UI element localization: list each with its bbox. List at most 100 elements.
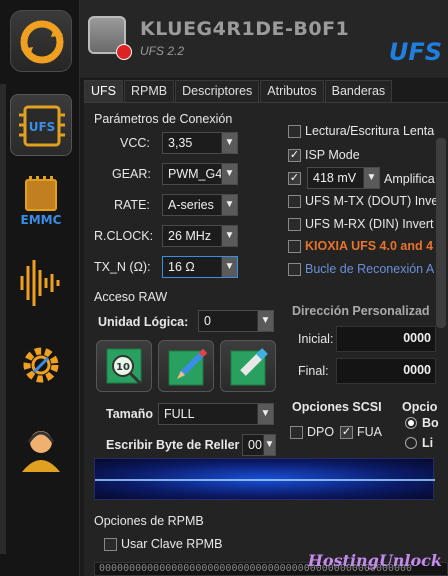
- fua-checkbox[interactable]: ✓: [340, 426, 353, 439]
- isp-checkbox[interactable]: ✓: [288, 149, 301, 162]
- tab-ufs[interactable]: UFS: [84, 80, 123, 102]
- tab-banderas[interactable]: Banderas: [324, 80, 393, 102]
- refresh-icon: [20, 20, 64, 64]
- nav-audio-button[interactable]: [10, 252, 72, 314]
- svg-text:10: 10: [116, 362, 130, 373]
- rpmb-title: Opciones de RPMB: [94, 514, 204, 528]
- opc-option-1: Bo: [422, 416, 439, 430]
- nav-ufs-button[interactable]: UFS: [10, 94, 72, 156]
- bucle-checkbox[interactable]: [288, 263, 301, 276]
- raw-title: Acceso RAW: [94, 290, 168, 304]
- size-label: Tamaño: [106, 407, 153, 421]
- unit-select[interactable]: 0 ▼: [198, 310, 274, 332]
- rclock-select[interactable]: 26 MHz ▼: [162, 225, 238, 247]
- nav-settings-button[interactable]: [10, 334, 72, 396]
- chip-erase-icon: [230, 348, 268, 386]
- isp-label: ISP Mode: [305, 148, 360, 162]
- opc-title: Opcio: [402, 400, 438, 414]
- txn-label: TX_N (Ω):: [94, 260, 151, 274]
- chevron-down-icon: ▼: [221, 133, 237, 153]
- ampl-label: Amplifica: [384, 172, 435, 186]
- use-key-label: Usar Clave RPMB: [121, 537, 223, 551]
- refresh-button[interactable]: [10, 10, 72, 72]
- size-value: FULL: [164, 407, 195, 421]
- txn-select[interactable]: 16 Ω ▼: [162, 256, 238, 278]
- gear-icon: [23, 347, 59, 383]
- kioxia-checkbox[interactable]: [288, 240, 301, 253]
- tab-rpmb[interactable]: RPMB: [124, 80, 175, 102]
- fua-label: FUA: [357, 425, 382, 439]
- rail-strip: [0, 84, 6, 554]
- opc-radio-2[interactable]: [405, 437, 417, 449]
- dpo-label: DPO: [307, 425, 335, 439]
- ufs-chip-icon: UFS: [19, 105, 65, 147]
- tab-descriptores[interactable]: Descriptores: [175, 80, 260, 102]
- opc-option-2: Li: [422, 436, 434, 450]
- svg-text:EMMC: EMMC: [21, 213, 62, 227]
- bucle-label: Bucle de Reconexión A: [305, 262, 435, 276]
- wave-line: [95, 479, 435, 481]
- tab-bar: UFS RPMB Descriptores Atributos Banderas: [84, 80, 393, 102]
- end-input[interactable]: 0000: [336, 358, 436, 384]
- chevron-down-icon: ▼: [221, 226, 237, 246]
- chevron-down-icon: ▼: [263, 435, 275, 455]
- kioxia-label: KIOXIA UFS 4.0 and 4: [305, 239, 434, 253]
- emmc-chip-icon: EMMC: [21, 176, 62, 227]
- mtx-checkbox[interactable]: [288, 195, 301, 208]
- chip-read-icon: 10: [106, 348, 143, 386]
- power-icon[interactable]: [116, 44, 132, 60]
- progress-wave: [94, 458, 435, 500]
- gear-label: GEAR:: [112, 167, 151, 181]
- ampl-checkbox[interactable]: ✓: [288, 172, 301, 185]
- rail-top: [0, 0, 80, 82]
- chevron-down-icon: ▼: [221, 164, 237, 184]
- unit-label: Unidad Lógica:: [98, 315, 189, 329]
- end-label: Final:: [298, 364, 329, 378]
- connection-title: Parámetros de Conexión: [94, 112, 233, 126]
- dpo-checkbox[interactable]: [290, 426, 303, 439]
- device-name: KLUEG4R1DE-B0F1: [140, 18, 350, 40]
- chevron-down-icon: ▼: [221, 195, 237, 215]
- use-key-checkbox[interactable]: [104, 538, 117, 551]
- gear-select[interactable]: PWM_G4 ▼: [162, 163, 238, 185]
- txn-value: 16 Ω: [168, 260, 195, 274]
- rate-value: A-series: [168, 198, 214, 212]
- chevron-down-icon: ▼: [363, 168, 379, 188]
- start-label: Inicial:: [298, 332, 334, 346]
- direction-title: Dirección Personalizad: [292, 304, 430, 318]
- opc-radio-1[interactable]: [405, 417, 417, 429]
- ampl-select[interactable]: 418 mV ▼: [307, 167, 380, 189]
- user-support-icon: [22, 431, 60, 472]
- tab-atributos[interactable]: Atributos: [260, 80, 324, 102]
- vcc-select[interactable]: 3,35 ▼: [162, 132, 238, 154]
- gear-value: PWM_G4: [168, 167, 223, 181]
- vcc-value: 3,35: [168, 136, 193, 150]
- rclock-label: R.CLOCK:: [94, 229, 154, 243]
- device-header: KLUEG4R1DE-B0F1 UFS 2.2 UFS: [80, 0, 448, 78]
- waveform-icon: [20, 260, 60, 306]
- ampl-value: 418 mV: [313, 171, 357, 185]
- size-select[interactable]: FULL ▼: [158, 403, 274, 425]
- watermark-logo: HostingUnlock: [307, 551, 442, 570]
- vcc-label: VCC:: [120, 136, 150, 150]
- mtx-label: UFS M-TX (DOUT) Inve: [305, 194, 439, 208]
- device-subtitle: UFS 2.2: [140, 44, 185, 58]
- read-button[interactable]: 10: [96, 340, 152, 392]
- rate-select[interactable]: A-series ▼: [162, 194, 238, 216]
- write-button[interactable]: [158, 340, 214, 392]
- nav-support-button[interactable]: [10, 418, 72, 480]
- options-scrollbar[interactable]: [436, 138, 446, 328]
- nav-emmc-button[interactable]: EMMC: [10, 172, 72, 234]
- lectura-checkbox[interactable]: [288, 125, 301, 138]
- fill-value: 00: [248, 438, 262, 452]
- chip-write-icon: [168, 348, 208, 386]
- svg-text:UFS: UFS: [29, 120, 56, 134]
- mrx-checkbox[interactable]: [288, 218, 301, 231]
- start-input[interactable]: 0000: [336, 326, 436, 352]
- unit-value: 0: [204, 314, 211, 328]
- chevron-down-icon: ▼: [257, 404, 273, 424]
- rclock-value: 26 MHz: [168, 229, 212, 243]
- fill-label: Escribir Byte de Reller: [106, 438, 240, 452]
- erase-button[interactable]: [220, 340, 276, 392]
- fill-select[interactable]: 00 ▼: [242, 434, 276, 456]
